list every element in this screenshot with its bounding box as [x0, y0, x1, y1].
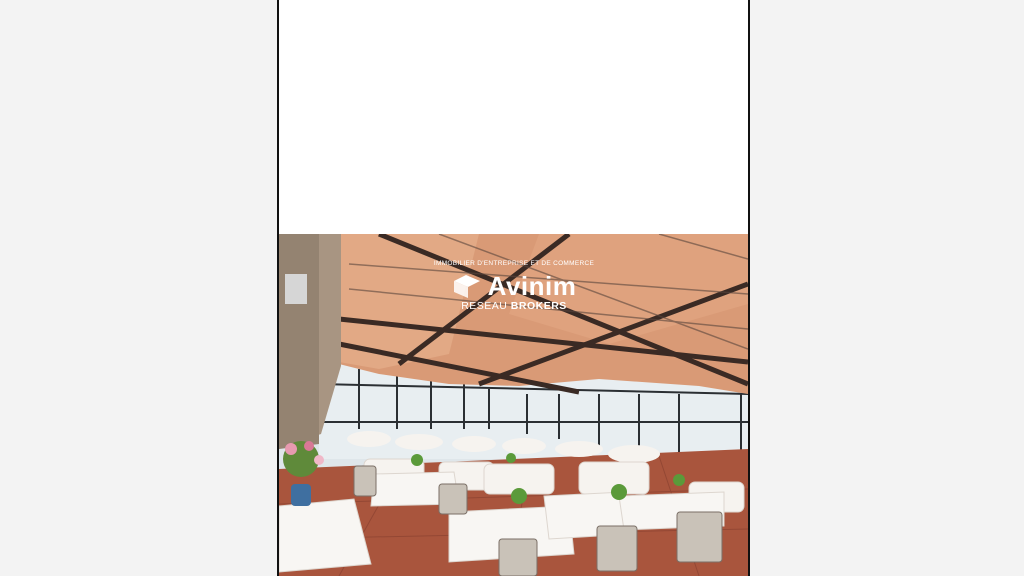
avinim-cube-logo-icon	[453, 275, 480, 298]
watermark-tagline: IMMOBILIER D'ENTREPRISE ET DE COMMERCE	[433, 260, 595, 267]
watermark-subtitle: RESEAU BROKERS	[429, 300, 599, 312]
document-viewer: IMMOBILIER D'ENTREPRISE ET DE COMMERCE A…	[277, 0, 750, 576]
watermark-sub-bold: BROKERS	[510, 300, 567, 312]
watermark-brand: Avinim	[487, 271, 577, 301]
watermark-sub-regular: RESEAU	[461, 300, 511, 312]
restaurant-photo: IMMOBILIER D'ENTREPRISE ET DE COMMERCE A…	[279, 234, 748, 576]
brand-watermark: IMMOBILIER D'ENTREPRISE ET DE COMMERCE A…	[429, 260, 599, 312]
